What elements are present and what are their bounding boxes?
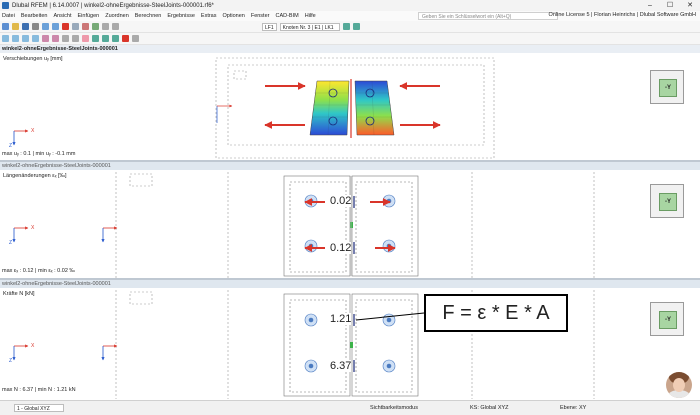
search-input[interactable]: Geben Sie ein Schlüsselwort ein (Alt+Q) [418,12,558,20]
axis-z-label: Z [9,240,13,246]
line-icon[interactable] [92,35,99,42]
app-logo-icon [2,2,9,9]
menu-item-bearbeiten[interactable]: Bearbeiten [21,13,48,19]
joint-marker [350,222,353,228]
view-cube-face[interactable]: -Y [659,193,677,211]
axis-x-label: X [31,128,35,134]
toolbar-view [0,33,700,45]
global-axes [12,344,118,361]
undo-icon[interactable] [42,23,49,30]
strain-value-top: 0.02 [330,195,352,207]
menu-item-ergebnisse[interactable]: Ergebnisse [167,13,195,19]
loadcase-selector[interactable]: LF1 [262,22,277,31]
grid-icon[interactable] [62,35,69,42]
print-icon[interactable] [32,23,39,30]
global-axes [12,226,118,243]
close-icon[interactable]: ✕ [680,0,700,11]
strain-value-bottom: 0.12 [330,242,352,254]
axis-z-label: Z [9,358,13,364]
local-axes [216,104,233,123]
axis-x-label: X [31,343,35,349]
model-view-forces[interactable] [0,280,700,399]
avatar [666,372,692,398]
license-info: Online License 5 | Florian Heinrichs | D… [548,12,696,18]
model-view-strains[interactable] [0,162,700,278]
view-select-icon[interactable] [2,35,9,42]
save-icon[interactable] [22,23,29,30]
redo-icon[interactable] [52,23,59,30]
filter-icon[interactable] [82,35,89,42]
dimension-icon[interactable] [132,35,139,42]
force-arrows [264,82,441,129]
member-icon[interactable] [102,35,109,42]
menu-item-hilfe[interactable]: Hilfe [305,13,316,19]
model-icon[interactable] [92,23,99,30]
axis-z-label: Z [9,143,13,149]
view-cube[interactable]: -Y [650,302,684,336]
loads-icon[interactable] [82,23,89,30]
model-outline [115,172,595,278]
toolbar-main: LF1 Knoten Nr. 3 | E1 | LK1 [0,21,700,33]
menu-item-cad-bim[interactable]: CAD-BIM [275,13,298,19]
maximize-icon[interactable]: ☐ [660,0,680,11]
pane-displacements: Verschiebungen uᵧ [mm] max uᵧ : 0.1 | mi… [0,53,700,160]
title-bar: Dlubal RFEM | 6.14.0007 | winkel2-ohneEr… [0,0,700,11]
window-title: Dlubal RFEM | 6.14.0007 | winkel2-ohneEr… [12,2,214,9]
coordinate-system[interactable]: KS: Global XYZ [470,405,509,411]
table-icon[interactable] [102,23,109,30]
result-node-selector[interactable]: Knoten Nr. 3 | E1 | LK1 [279,22,340,31]
menu-item-optionen[interactable]: Optionen [223,13,245,19]
menu-item-zuordnen[interactable]: Zuordnen [105,13,129,19]
pan-icon[interactable] [22,35,29,42]
menu-item-berechnen[interactable]: Berechnen [135,13,162,19]
axis-x-label: X [31,225,35,231]
view-cube[interactable]: -Y [650,184,684,218]
model-outline [215,57,495,159]
view-selector[interactable]: 1 - Global XYZ [14,404,64,412]
menu-item-einfuegen[interactable]: Einfügen [78,13,100,19]
display-icon[interactable] [42,35,49,42]
rotate-icon[interactable] [32,35,39,42]
view-cube-face[interactable]: -Y [659,79,677,97]
surface-icon[interactable] [112,35,119,42]
global-axes [12,129,29,146]
open-folder-icon[interactable] [12,23,19,30]
snap-icon[interactable] [72,35,79,42]
view-cube[interactable]: -Y [650,70,684,104]
minimize-icon[interactable]: – [640,0,660,11]
render-icon[interactable] [52,35,59,42]
menu-item-datei[interactable]: Datei [2,13,15,19]
plate-right-result [354,80,395,136]
calculate-icon[interactable] [62,23,69,30]
formula-callout: F = ε * E * A [424,294,568,332]
pane-splitter[interactable] [0,278,700,280]
visibility-mode[interactable]: Sichtbarkeitsmodus [370,405,418,411]
force-value-bottom: 6.37 [330,360,352,372]
next-icon[interactable] [352,23,360,30]
plate-left-result [309,80,350,136]
results-icon[interactable] [72,23,79,30]
view-cube-face[interactable]: -Y [659,311,677,329]
menu-item-ansicht[interactable]: Ansicht [53,13,71,19]
model-view-displacements[interactable] [0,53,700,160]
new-file-icon[interactable] [2,23,9,30]
pane-splitter[interactable] [0,160,700,162]
menu-bar: Datei Bearbeiten Ansicht Einfügen Zuordn… [0,11,700,21]
support-icon[interactable] [122,35,129,42]
zoom-icon[interactable] [12,35,19,42]
pane-strains: winkel2-ohneErgebnisse-SteelJoints-00000… [0,162,700,278]
status-bar: 1 - Global XYZ Sichtbarkeitsmodus KS: Gl… [0,400,700,415]
section-icon[interactable] [112,23,119,30]
pane-forces: winkel2-ohneErgebnisse-SteelJoints-00000… [0,280,700,399]
force-value-top: 1.21 [330,313,352,325]
window-controls: – ☐ ✕ [640,0,700,11]
menu-item-extras[interactable]: Extras [201,13,217,19]
previous-icon[interactable] [342,23,350,30]
work-plane[interactable]: Ebene: XY [560,405,586,411]
document-tab[interactable]: winkel2-ohneErgebnisse-SteelJoints-00000… [0,45,700,53]
menu-item-fenster[interactable]: Fenster [251,13,270,19]
joint-marker [350,342,353,348]
